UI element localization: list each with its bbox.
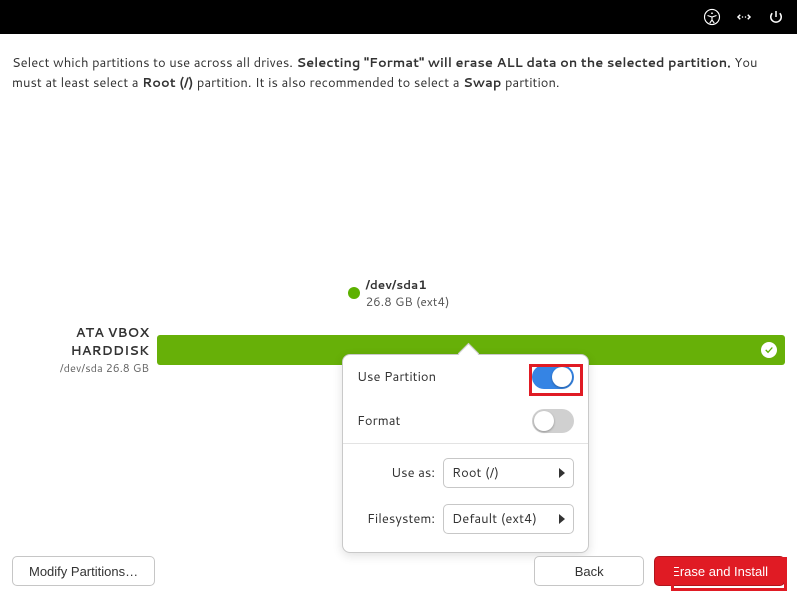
partition-legend: /dev/sda1 26.8 GB (ext4) (12, 276, 785, 310)
dropdown-arrow-icon (559, 514, 565, 524)
accessibility-icon[interactable] (701, 6, 723, 28)
legend-device: /dev/sda1 (366, 276, 450, 293)
footer-bar: Modify Partitions… Back Erase and Instal… (12, 556, 785, 586)
check-icon: ✓ (761, 342, 777, 358)
format-label: Format (357, 412, 400, 430)
filesystem-combo[interactable]: Default (ext4) (443, 504, 574, 534)
use-partition-toggle[interactable] (532, 365, 574, 389)
use-as-row: Use as: Root (/) (343, 450, 588, 496)
disk-label: ATA VBOX HARDDISK /dev/sda 26.8 GB (12, 324, 157, 376)
modify-partitions-button[interactable]: Modify Partitions… (12, 556, 155, 586)
format-toggle[interactable] (532, 409, 574, 433)
disk-name: ATA VBOX HARDDISK (12, 324, 149, 360)
legend-size: 26.8 GB (ext4) (366, 293, 450, 310)
dropdown-arrow-icon (559, 468, 565, 478)
titlebar (0, 0, 797, 34)
legend-color-dot (348, 287, 360, 299)
use-as-value: Root (/) (452, 464, 499, 482)
filesystem-value: Default (ext4) (452, 510, 537, 528)
format-row: Format (343, 399, 588, 443)
back-button[interactable]: Back (534, 556, 644, 586)
disk-sub: /dev/sda 26.8 GB (12, 360, 149, 376)
use-as-combo[interactable]: Root (/) (443, 458, 574, 488)
power-icon[interactable] (765, 6, 787, 28)
main-content: Select which partitions to use across al… (0, 34, 797, 153)
intro-text: Select which partitions to use across al… (12, 54, 785, 93)
keyboard-layout-icon[interactable] (733, 6, 755, 28)
filesystem-label: Filesystem: (357, 510, 435, 528)
use-partition-label: Use Partition (357, 368, 436, 386)
use-partition-row: Use Partition (343, 355, 588, 399)
use-as-label: Use as: (357, 464, 435, 482)
erase-and-install-button[interactable]: Erase and Install (654, 556, 785, 586)
partition-popover: Use Partition Format Use as: Root (/) Fi… (342, 354, 589, 553)
filesystem-row: Filesystem: Default (ext4) (343, 496, 588, 542)
